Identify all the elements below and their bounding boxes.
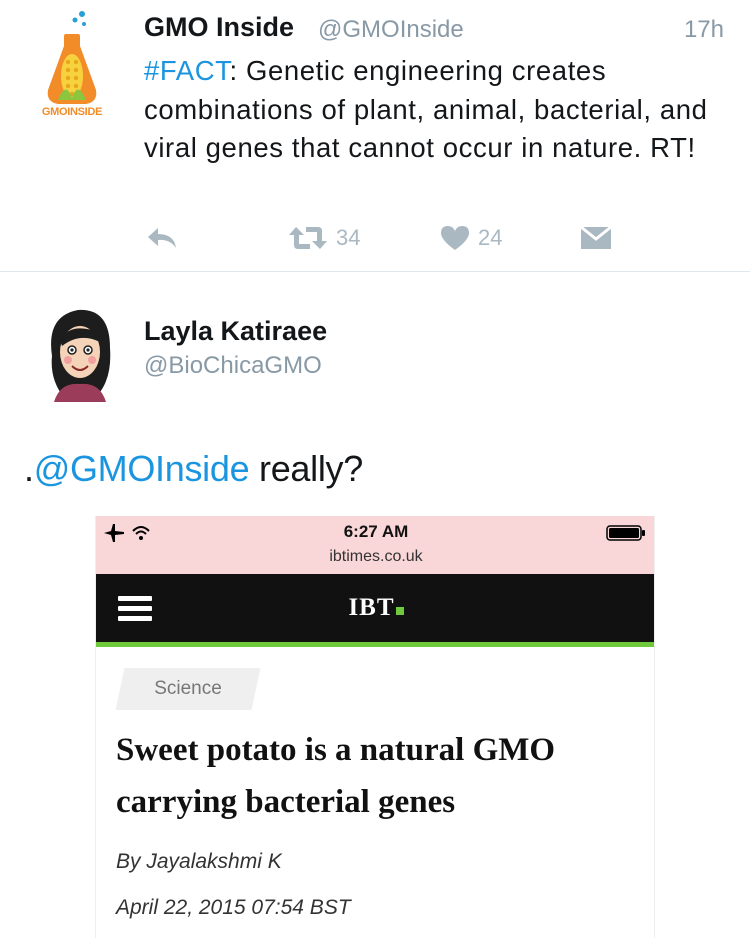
avatar-wordmark: GMOINSIDE: [41, 106, 103, 118]
author-name[interactable]: GMO Inside: [144, 12, 294, 43]
author-handle[interactable]: @BioChicaGMO: [144, 352, 322, 380]
status-time: 6:27 AM: [343, 522, 409, 541]
article-date: April 22, 2015 07:54 BST: [116, 896, 351, 919]
tweet-text: .@GMOInside really?: [24, 448, 363, 490]
mention-link[interactable]: @GMOInside: [34, 448, 250, 489]
direct-message-button[interactable]: [580, 218, 612, 258]
heart-icon: [441, 226, 469, 250]
tweet-text-suffix: really?: [249, 448, 363, 489]
author-name[interactable]: Layla Katiraee: [144, 316, 327, 347]
site-logo: IBT: [96, 594, 654, 622]
attached-screenshot[interactable]: 6:27 AM ibtimes.co.uk IBT Science Sweet …: [95, 516, 655, 938]
like-count: 24: [478, 225, 503, 250]
biochica-avatar[interactable]: [40, 296, 120, 402]
category-tag: Science: [154, 678, 222, 699]
retweet-count: 34: [336, 225, 361, 250]
tweet-text-prefix: .: [24, 448, 34, 489]
hashtag-link[interactable]: #FACT: [144, 55, 230, 86]
page-url: ibtimes.co.uk: [329, 548, 423, 565]
reply-button[interactable]: [146, 218, 178, 258]
envelope-icon: [580, 225, 612, 249]
logo-text: IBT: [348, 594, 395, 621]
retweet-button[interactable]: 34: [288, 218, 360, 258]
article-headline: Sweet potato is a natural GMO carrying b…: [116, 732, 556, 820]
battery-icon: [606, 525, 645, 541]
like-button[interactable]: 24: [440, 218, 502, 258]
tweet-gmoinside[interactable]: GMOINSIDE GMO Inside @GMOInside 17h #FAC…: [0, 0, 750, 272]
gmoinside-avatar[interactable]: GMOINSIDE: [30, 10, 114, 122]
tweet-divider: [0, 271, 750, 272]
tweet-timestamp[interactable]: 17h: [684, 16, 724, 44]
tweet-actions: 34 24: [0, 218, 750, 258]
retweet-icon: [289, 227, 327, 249]
reply-icon: [148, 228, 176, 248]
author-handle[interactable]: @GMOInside: [318, 16, 464, 44]
tweet-text: #FACT: Genetic engineering creates combi…: [144, 52, 729, 168]
phone-status-bar: 6:27 AM ibtimes.co.uk: [96, 516, 654, 574]
accent-line: [96, 642, 654, 647]
article-byline: By Jayalakshmi K: [116, 850, 282, 873]
site-nav-bar: IBT: [96, 574, 654, 642]
